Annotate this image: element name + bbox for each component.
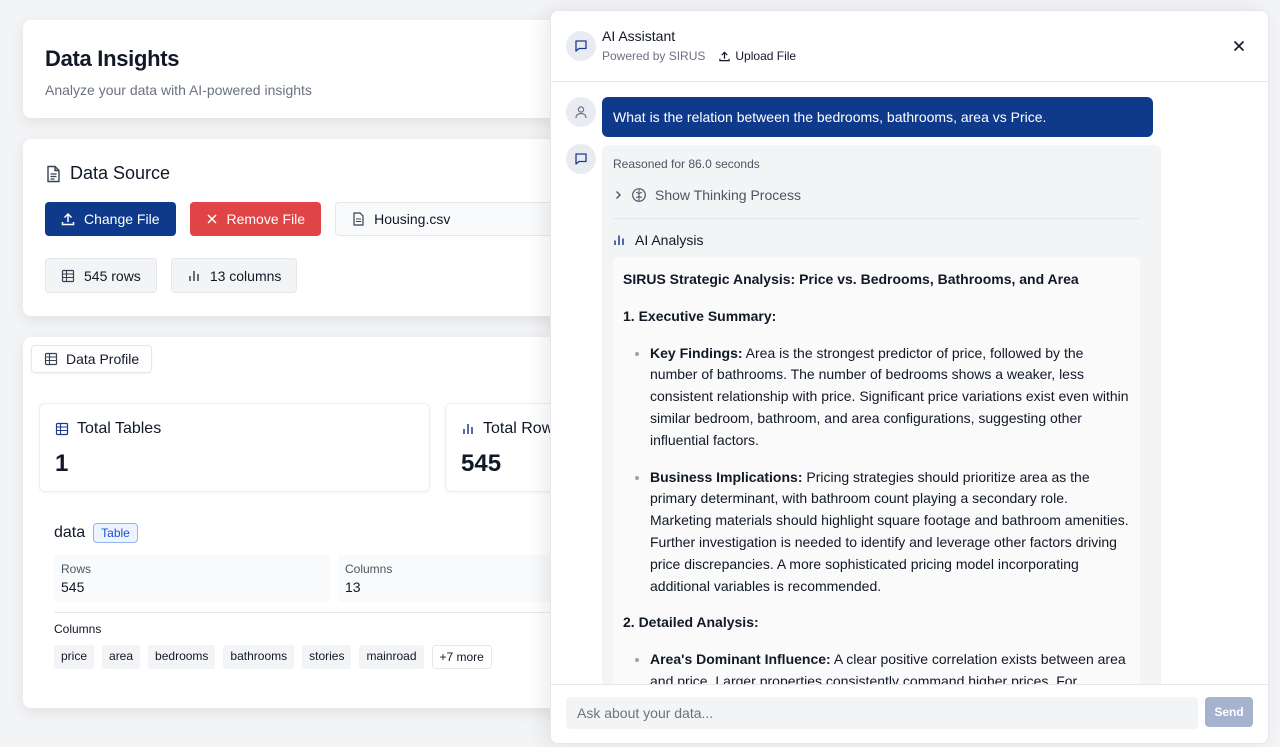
- chevron-right-icon: [616, 191, 621, 199]
- upload-file-button[interactable]: Upload File: [719, 49, 796, 63]
- user-icon: [575, 106, 587, 119]
- analysis-report: SIRUS Strategic Analysis: Price vs. Bedr…: [613, 257, 1140, 684]
- table-icon: [55, 422, 69, 436]
- report-list: Area's Dominant Influence: A clear posit…: [623, 649, 1130, 684]
- chat-input-bar: Send: [551, 684, 1268, 743]
- column-chip: price: [54, 645, 95, 669]
- close-icon[interactable]: [1230, 37, 1248, 55]
- assistant-title: AI Assistant: [602, 28, 676, 44]
- column-chip: stories: [302, 645, 352, 669]
- table-icon: [44, 352, 58, 366]
- file-name: Housing.csv: [374, 211, 451, 227]
- powered-by: Powered by SIRUS: [602, 49, 706, 63]
- file-text-icon: [47, 165, 60, 182]
- table-name: data: [54, 524, 86, 541]
- assistant-avatar: [566, 31, 596, 61]
- upload-icon: [719, 51, 731, 61]
- ai-analysis-label: AI Analysis: [635, 232, 704, 248]
- user-avatar: [566, 97, 596, 127]
- column-chips: price area bedrooms bathrooms stories ma…: [54, 645, 614, 669]
- rows-value: 545: [61, 579, 85, 595]
- tab-data-profile[interactable]: Data Profile: [31, 345, 153, 373]
- report-section-heading: 1. Executive Summary:: [623, 307, 777, 324]
- change-file-button[interactable]: Change File: [45, 202, 176, 236]
- file-text-icon: [353, 212, 364, 226]
- list-item: Key Findings: Area is the strongest pred…: [650, 343, 1130, 452]
- column-chip: area: [102, 645, 141, 669]
- ai-assistant-panel: AI Assistant Powered by SIRUS Upload Fil…: [550, 10, 1269, 744]
- metric-label: Total Tables: [77, 420, 162, 437]
- chat-icon: [575, 153, 587, 165]
- remove-file-button[interactable]: Remove File: [189, 202, 322, 236]
- send-button[interactable]: Send: [1205, 697, 1253, 727]
- list-item: Area's Dominant Influence: A clear posit…: [650, 649, 1130, 684]
- current-file-chip: Housing.csv: [335, 202, 566, 236]
- ai-analysis-heading: AI Analysis: [613, 232, 1150, 248]
- table-summary: data Table Rows 545 Columns 13 Columns p…: [54, 523, 614, 669]
- bullet-text: Pricing strategies should prioritize are…: [650, 468, 1129, 594]
- header-card: Data Insights Analyze your data with AI-…: [23, 20, 623, 118]
- data-source-card: Data Source Change File Remove File Hous…: [23, 139, 623, 316]
- chat-icon: [575, 40, 587, 52]
- remove-file-label: Remove File: [226, 211, 306, 227]
- divider: [613, 218, 1140, 219]
- metric-value: 1: [55, 450, 69, 477]
- message-list[interactable]: What is the relation between the bedroom…: [551, 83, 1268, 684]
- data-source-heading: Data Source: [45, 163, 601, 184]
- report-title: SIRUS Strategic Analysis: Price vs. Bedr…: [623, 271, 1079, 287]
- report-section-heading: 2. Detailed Analysis:: [623, 614, 759, 631]
- data-profile-card: Data Profile Total Tables 1 Total Rows 5…: [23, 337, 836, 708]
- column-chip: bedrooms: [148, 645, 216, 669]
- change-file-label: Change File: [84, 211, 160, 227]
- columns-label: 13 columns: [209, 267, 282, 284]
- upload-icon: [61, 212, 75, 226]
- data-source-title: Data Source: [70, 163, 171, 183]
- column-chip: mainroad: [359, 645, 424, 669]
- user-message: What is the relation between the bedroom…: [602, 97, 1153, 137]
- rows-label: 545 rows: [84, 267, 141, 284]
- report-list: Key Findings: Area is the strongest pred…: [623, 343, 1130, 598]
- bar-chart-icon: [463, 424, 473, 434]
- bar-chart-icon: [614, 235, 624, 245]
- table-icon: [61, 269, 75, 282]
- assistant-header: AI Assistant Powered by SIRUS Upload Fil…: [551, 11, 1268, 82]
- bullet-label: Business Implications:: [650, 468, 803, 485]
- columns-stat: 13 columns: [170, 258, 298, 293]
- columns-heading: Columns: [54, 622, 102, 636]
- thinking-label: Show Thinking Process: [655, 187, 802, 203]
- rows-key: Rows: [61, 562, 92, 576]
- show-thinking-toggle[interactable]: Show Thinking Process: [613, 187, 1150, 203]
- list-item: Business Implications: Pricing strategie…: [650, 467, 1130, 598]
- assistant-message: Reasoned for 86.0 seconds Show Thinking …: [602, 145, 1161, 684]
- close-icon: [206, 214, 217, 224]
- page-title: Data Insights: [45, 46, 180, 71]
- page-subtitle: Analyze your data with AI-powered insigh…: [45, 82, 312, 98]
- upload-file-label: Upload File: [735, 49, 797, 63]
- rows-field: Rows 545: [54, 555, 330, 602]
- bullet-label: Area's Dominant Influence:: [650, 651, 831, 668]
- more-columns-chip[interactable]: +7 more: [431, 645, 492, 669]
- tab-label: Data Profile: [66, 351, 140, 367]
- brain-icon: [632, 188, 646, 202]
- assistant-avatar: [566, 144, 596, 174]
- chat-input[interactable]: [566, 697, 1198, 729]
- column-chip: bathrooms: [223, 645, 295, 669]
- bullet-label: Key Findings:: [650, 344, 743, 361]
- rows-stat: 545 rows: [45, 258, 157, 293]
- metric-total-tables: Total Tables 1: [39, 403, 430, 492]
- bar-chart-icon: [189, 270, 199, 281]
- reasoned-duration: Reasoned for 86.0 seconds: [613, 157, 760, 171]
- divider: [54, 612, 614, 613]
- table-badge: Table: [93, 523, 138, 543]
